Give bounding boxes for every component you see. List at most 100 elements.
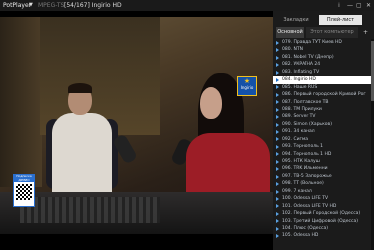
playlist-item[interactable]: 098. ТТ (Вольное) <box>273 180 374 187</box>
panel-tabs: Закладки Плей-лист <box>273 15 374 25</box>
playlist-item-label: 088. ТМ Прилуки <box>282 106 322 112</box>
playlist-item-label: 100. Odessa LIFE TV <box>282 196 329 202</box>
channel-logo: ★ Ingirio <box>237 76 257 96</box>
video-person-man <box>46 83 118 195</box>
play-icon <box>276 174 279 179</box>
studio-wall <box>0 17 42 187</box>
tab-playlist[interactable]: Плей-лист <box>319 15 362 25</box>
playlist-item[interactable]: 084. Ingirio HD <box>273 76 374 84</box>
play-icon <box>276 211 279 216</box>
playlist-item-label: 092. Сигма <box>282 136 309 142</box>
playlist-item-label: 095. НТК Калуш <box>282 159 320 164</box>
play-icon <box>276 226 279 231</box>
playlist-item[interactable]: 085. Наше RUS <box>273 84 374 91</box>
playlist-item-label: 105. Odessa HD <box>282 233 319 239</box>
subtab-this-computer[interactable]: Этот компьютер <box>306 27 358 38</box>
play-icon <box>276 189 279 194</box>
play-icon <box>276 48 279 53</box>
playlist-item-label: 102. Первый Городской (Одесса) <box>282 211 361 217</box>
play-icon <box>276 219 279 224</box>
play-icon <box>276 137 279 142</box>
playlist-item-label: 089. Server TV <box>282 114 316 120</box>
audio-mixer <box>20 197 160 223</box>
playlist-item-label: 097. ТВ-5 Запорожье <box>282 173 332 179</box>
playlist-item-label: 099. 7 канал <box>282 188 312 194</box>
play-icon <box>276 182 279 187</box>
playlist-item[interactable]: 083. Inflating TV <box>273 69 374 76</box>
playlist-item[interactable]: 105. Odessa HD <box>273 232 374 239</box>
playlist-item[interactable]: 086. Первый городской Кривой Рог <box>273 91 374 98</box>
qr-label: Подписка ДРМИО <box>14 174 34 182</box>
playlist-item[interactable]: 097. ТВ-5 Запорожье <box>273 173 374 180</box>
playlist-item-label: 084. Ingirio HD <box>282 77 316 83</box>
play-icon <box>276 159 279 164</box>
play-icon <box>276 167 279 172</box>
playlist-item[interactable]: 090. Simon (Харьков) <box>273 121 374 128</box>
play-icon <box>276 122 279 127</box>
play-icon <box>276 85 279 90</box>
playlist-item[interactable]: 080. NTN <box>273 46 374 53</box>
playlist-item-label: 096. TRK Ильменни <box>282 166 328 172</box>
playlist-item[interactable]: 091. 34 канал <box>273 128 374 135</box>
subtab-main[interactable]: Основной <box>276 27 304 38</box>
play-icon <box>276 204 279 209</box>
pin-icon[interactable]: ⁞ <box>338 0 340 11</box>
playlist-item[interactable]: 104. Плюс (Одесса) <box>273 225 374 232</box>
playlist-item[interactable]: 079. Правда ТУТ Киев HD <box>273 39 374 46</box>
minimize-button[interactable]: — <box>347 0 353 11</box>
title-bar: PotPlayer ▼ MPEG-TS [54/167] Ingirio HD … <box>0 0 374 11</box>
play-icon <box>276 70 279 75</box>
app-name[interactable]: PotPlayer <box>3 0 31 11</box>
play-icon <box>276 77 279 82</box>
playlist-item[interactable]: 092. Сигма <box>273 136 374 143</box>
playlist-item-label: 090. Simon (Харьков) <box>282 121 332 127</box>
maximize-button[interactable]: ▢ <box>356 0 362 11</box>
playlist-item-label: 082. УКРАЇНА 24 <box>282 62 321 68</box>
tab-bookmarks[interactable]: Закладки <box>273 15 319 25</box>
playlist-item[interactable]: 088. ТМ Прилуки <box>273 106 374 113</box>
playlist-item[interactable]: 095. НТК Калуш <box>273 158 374 165</box>
playlist-item-label: 087. Полтавское ТВ <box>282 99 329 105</box>
add-tab-button[interactable]: + <box>363 27 368 38</box>
playlist-item[interactable]: 094. Тернополь 1 HD <box>273 151 374 158</box>
playlist-item[interactable]: 093. Тернополь 1 <box>273 143 374 150</box>
playlist-item-label: 091. 34 канал <box>282 129 315 135</box>
playlist-item-label: 098. ТТ (Вольное) <box>282 181 324 187</box>
playlist-subtabs: Основной Этот компьютер + <box>273 27 374 38</box>
play-icon <box>276 152 279 157</box>
playlist-item[interactable]: 099. 7 канал <box>273 188 374 195</box>
playlist-item-label: 083. Inflating TV <box>282 69 320 75</box>
app-menu-chevron-down-icon[interactable]: ▼ <box>29 0 33 11</box>
video-frame[interactable]: ★ Ingirio Подписка ДРМИО <box>0 17 273 234</box>
play-icon <box>276 234 279 239</box>
play-icon <box>276 63 279 68</box>
qr-code-icon <box>16 184 32 200</box>
play-icon <box>276 92 279 97</box>
playlist-item[interactable]: 101. Odessa LIFE TV HD <box>273 203 374 210</box>
playlist-item[interactable]: 100. Odessa LIFE TV <box>273 195 374 202</box>
playlist-item[interactable]: 081. Nobel TV (Днепр) <box>273 54 374 61</box>
playlist-item-label: 104. Плюс (Одесса) <box>282 225 329 231</box>
track-info: [54/167] Ingirio HD <box>64 2 122 9</box>
playlist-item-label: 086. Первый городской Кривой Рог <box>282 92 366 98</box>
playlist-item[interactable]: 096. TRK Ильменни <box>273 165 374 172</box>
playlist-list: 079. Правда ТУТ Киев HD 080. NTN 081. Nobe… <box>273 39 374 250</box>
playlist-item-label: 103. Третий Цифровой (Одесса) <box>282 218 358 224</box>
playlist-item[interactable]: 103. Третий Цифровой (Одесса) <box>273 218 374 225</box>
playlist-item-label: 093. Тернополь 1 <box>282 144 324 150</box>
playlist-item-label: 079. Правда ТУТ Киев HD <box>282 40 342 45</box>
playlist-item-label: 101. Odessa LIFE TV HD <box>282 203 337 209</box>
play-icon <box>276 40 279 45</box>
close-button[interactable]: ✕ <box>366 0 371 11</box>
play-icon <box>276 144 279 149</box>
play-icon <box>276 130 279 135</box>
playlist-item[interactable]: 087. Полтавское ТВ <box>273 99 374 106</box>
playlist-item[interactable]: 102. Первый Городской (Одесса) <box>273 210 374 217</box>
play-icon <box>276 107 279 112</box>
play-icon <box>276 115 279 120</box>
playlist-item[interactable]: 089. Server TV <box>273 113 374 120</box>
playlist-item-label: 085. Наше RUS <box>282 84 318 90</box>
playlist-item-label: 081. Nobel TV (Днепр) <box>282 54 334 60</box>
playlist-item-label: 094. Тернополь 1 HD <box>282 151 332 157</box>
playlist-item[interactable]: 082. УКРАЇНА 24 <box>273 61 374 68</box>
